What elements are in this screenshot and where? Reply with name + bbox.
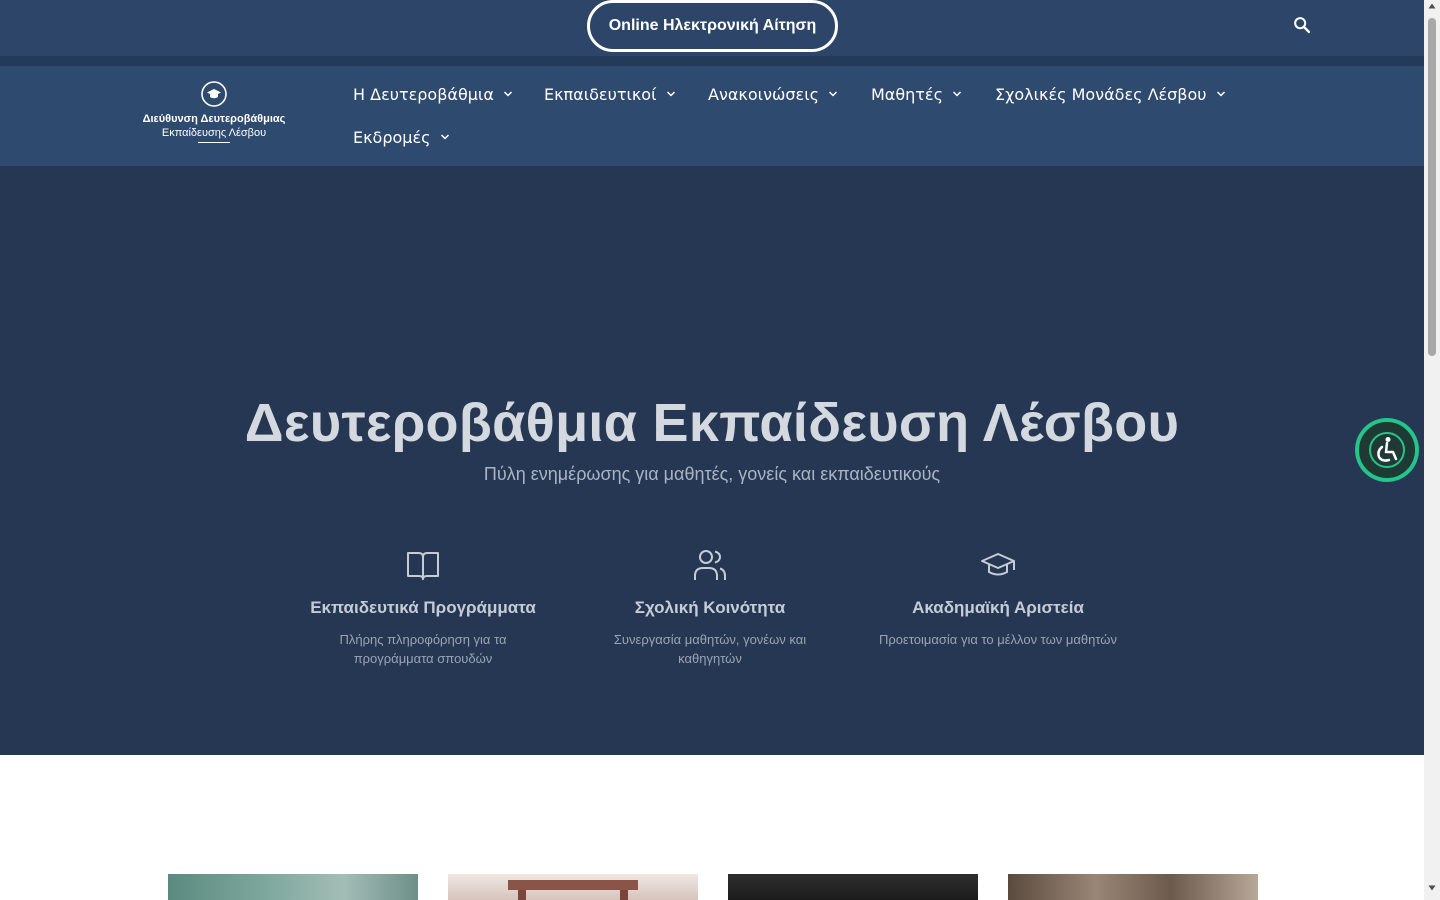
news-card-image[interactable]: [1008, 874, 1258, 900]
nav-item-label: Σχολικές Μονάδες Λέσβου: [995, 84, 1207, 104]
feature-academic-excellence: Ακαδημαϊκή Αριστεία Προετοιμασία για το …: [868, 546, 1128, 649]
logo-subtitle: Εκπαίδευσης Λέσβου: [161, 127, 267, 139]
feature-description: Προετοιμασία για το μέλλον των μαθητών: [879, 632, 1117, 647]
news-card-image[interactable]: [728, 874, 978, 900]
nav-item-teachers[interactable]: Εκπαιδευτικοί: [544, 82, 676, 106]
site-logo[interactable]: Διεύθυνση Δευτεροβάθμιας Εκπαίδευσης Λέσ…: [128, 78, 300, 152]
nav-item-students[interactable]: Μαθητές: [871, 82, 962, 106]
accessibility-icon: [1359, 422, 1415, 478]
feature-title: Σχολική Κοινότητα: [634, 598, 786, 617]
accessibility-button[interactable]: [1355, 418, 1419, 482]
nav-item-school-units[interactable]: Σχολικές Μονάδες Λέσβου: [995, 82, 1226, 106]
nav-item-label: Η Δευτεροβάθμια: [353, 84, 494, 104]
feature-title: Εκπαιδευτικά Προγράμματα: [310, 598, 536, 617]
chevron-down-icon: [828, 89, 838, 99]
logo-title: Διεύθυνση Δευτεροβάθμιας: [142, 113, 286, 125]
nav-item-label: Εκδρομές: [353, 127, 431, 147]
scroll-up-arrow-icon[interactable]: [1424, 2, 1440, 16]
feature-description: Συνεργασία μαθητών, γονέων και καθηγητών: [613, 632, 807, 666]
feature-educational-programs: Εκπαιδευτικά Προγράμματα Πλήρης πληροφόρ…: [293, 546, 553, 668]
nav-item-secondary-education[interactable]: Η Δευτεροβάθμια: [353, 82, 513, 106]
nav-item-label: Ανακοινώσεις: [708, 84, 819, 104]
news-card-image[interactable]: [448, 874, 698, 900]
feature-title: Ακαδημαϊκή Αριστεία: [912, 598, 1084, 617]
news-card-image[interactable]: [168, 874, 418, 900]
nav-item-announcements[interactable]: Ανακοινώσεις: [708, 82, 838, 106]
chevron-down-icon: [1216, 89, 1226, 99]
book-open-icon: [404, 546, 442, 584]
hero-section: Δευτεροβάθμια Εκπαίδευση Λέσβου Πύλη ενη…: [0, 166, 1424, 755]
chevron-down-icon: [440, 132, 450, 142]
page-scrollbar[interactable]: [1424, 0, 1440, 900]
hero-title: Δευτεροβάθμια Εκπαίδευση Λέσβου: [244, 393, 1180, 453]
nav-item-excursions[interactable]: Εκδρομές: [353, 125, 450, 149]
logo-underline: [198, 142, 230, 143]
nav-item-label: Εκπαιδευτικοί: [544, 84, 657, 104]
chevron-down-icon: [503, 89, 513, 99]
scroll-down-arrow-icon[interactable]: [1424, 884, 1440, 898]
users-icon: [691, 546, 729, 584]
hero-subtitle: Πύλη ενημέρωσης για μαθητές, γονείς και …: [483, 464, 941, 484]
chevron-down-icon: [952, 89, 962, 99]
nav-item-label: Μαθητές: [871, 84, 943, 104]
scrollbar-thumb[interactable]: [1428, 18, 1436, 356]
chevron-down-icon: [666, 89, 676, 99]
graduation-cap-icon: [200, 80, 228, 108]
feature-description: Πλήρης πληροφόρηση για τα προγράμματα σπ…: [339, 632, 507, 666]
search-icon[interactable]: [1291, 14, 1313, 36]
top-bar-divider: [0, 56, 1424, 66]
online-application-button[interactable]: Online Ηλεκτρονική Αίτηση: [587, 0, 838, 52]
feature-school-community: Σχολική Κοινότητα Συνεργασία μαθητών, γο…: [580, 546, 840, 668]
graduation-cap-icon: [979, 546, 1017, 584]
